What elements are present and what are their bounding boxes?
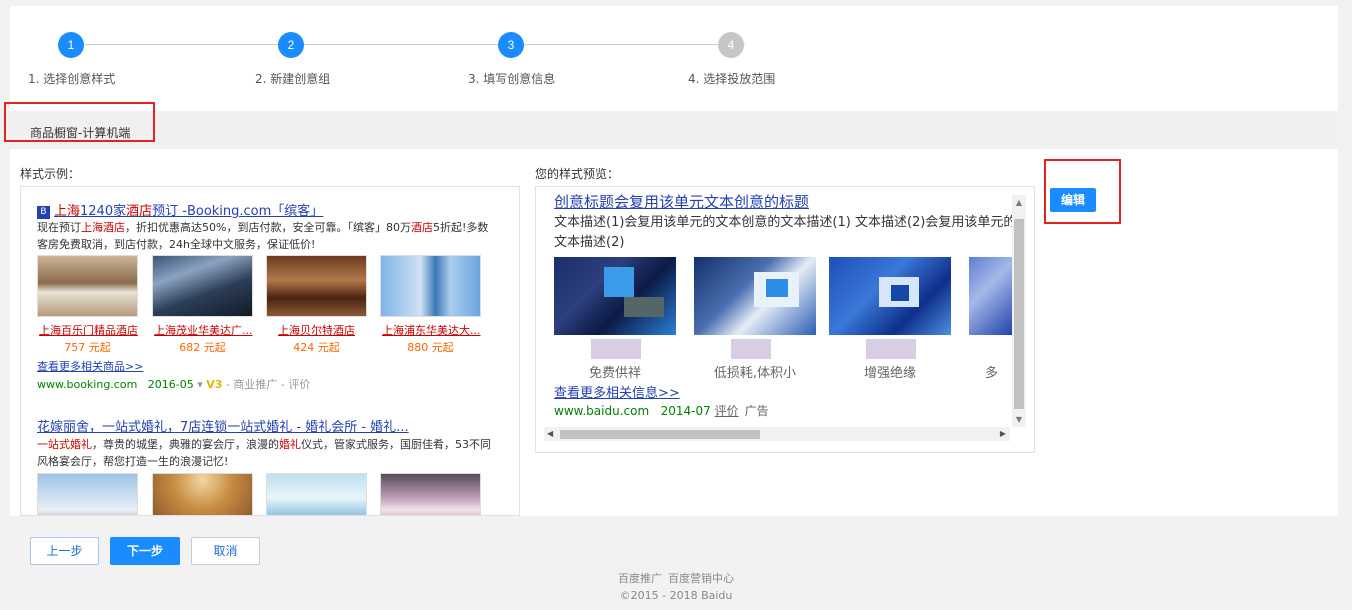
section-header — [10, 111, 1338, 149]
step-3-label: 3. 填写创意信息 — [468, 72, 556, 86]
preview-image-1[interactable] — [554, 257, 676, 335]
highlight-box-title — [4, 102, 155, 142]
footer-copyright: ©2015 - 2018 Baidu — [619, 589, 733, 602]
sample-result-desc: 现在预订上海酒店，折扣优惠高达50%，到店付款，安全可靠。「缤客」80万酒店5折… — [37, 221, 489, 251]
preview-url: www.baidu.com 2014-07 评价 广告 — [554, 404, 769, 418]
preview-image-2[interactable] — [694, 257, 816, 335]
preview-desc: 文本描述(1)会复用该单元的文本创意的文本描述(1) 文本描述(2)会复用该单元… — [554, 215, 1017, 250]
hotel-price-2: 682 元起 — [179, 341, 226, 354]
horizontal-scroll-thumb[interactable] — [560, 430, 760, 439]
preview-caption-blur-2 — [731, 339, 771, 359]
scroll-right-arrow-icon[interactable]: ▶ — [1000, 427, 1006, 441]
style-preview-panel: 创意标题会复用该单元文本创意的标题 文本描述(1)会复用该单元的文本创意的文本描… — [535, 186, 1035, 453]
step-progress: 1 1. 选择创意样式 2 2. 新建创意组 3 3. 填写创意信息 4 4. … — [10, 6, 1338, 110]
preview-eval-link[interactable]: 评价 — [715, 404, 739, 418]
preview-ad-label: 广告 — [744, 404, 769, 418]
preview-title[interactable]: 创意标题会复用该单元文本创意的标题 — [554, 191, 809, 212]
step-4-label: 4. 选择投放范围 — [688, 72, 776, 86]
hotel-price-4: 880 元起 — [407, 341, 454, 354]
hotel-name-1[interactable]: 上海百乐门精品酒店 — [39, 322, 149, 338]
scroll-left-arrow-icon[interactable]: ◀ — [547, 427, 553, 441]
preview-caption-2: 低损耗,体积小 — [713, 366, 797, 381]
preview-caption-3: 增强绝缘 — [863, 366, 916, 381]
footer-links: 百度推广 百度营销中心 — [0, 570, 1352, 586]
preview-horizontal-scrollbar[interactable]: ◀ ▶ — [544, 427, 1010, 441]
preview-caption-4: 多 — [984, 366, 998, 381]
hotel-name-3[interactable]: 上海贝尔特酒店 — [278, 322, 388, 338]
step-2-dot: 2 — [278, 32, 304, 58]
cancel-button[interactable]: 取消 — [191, 537, 260, 565]
sample-result-url: www.booking.com 2016-05 ▾ V3 - 商业推广 - 评价 — [37, 378, 311, 391]
highlight-box-edit — [1044, 159, 1121, 224]
footer-link-marketing[interactable]: 百度营销中心 — [668, 572, 734, 585]
hotel-price-1: 757 元起 — [64, 341, 111, 354]
hotel-name-4[interactable]: 上海浦东华美达大... — [382, 322, 482, 338]
step-1-label: 1. 选择创意样式 — [28, 72, 116, 86]
step-4-dot: 4 — [718, 32, 744, 58]
sample-more-link[interactable]: 查看更多相关商品>> — [37, 358, 143, 374]
hotel-image-4[interactable] — [380, 255, 481, 317]
wedding-image-2[interactable] — [152, 473, 253, 515]
preview-image-4[interactable] — [969, 257, 1014, 335]
preview-label: 您的样式预览： — [535, 167, 620, 181]
wedding-image-1[interactable] — [37, 473, 138, 515]
scroll-up-arrow-icon[interactable]: ▲ — [1012, 198, 1026, 207]
brand-badge-icon: B — [37, 206, 50, 219]
hotel-image-3[interactable] — [266, 255, 367, 317]
preview-image-3[interactable] — [829, 257, 951, 335]
style-sample-panel: B 上海1240家酒店预订 -Booking.com「缤客」 现在预订上海酒店，折… — [20, 186, 520, 516]
hotel-image-1[interactable] — [37, 255, 138, 317]
prev-step-button[interactable]: 上一步 — [30, 537, 99, 565]
hotel-image-2[interactable] — [152, 255, 253, 317]
sample-result-title: B 上海1240家酒店预订 -Booking.com「缤客」 — [37, 200, 323, 219]
v3-badge: V3 — [206, 378, 223, 391]
preview-caption-blur-1 — [591, 339, 641, 359]
next-step-button[interactable]: 下一步 — [110, 537, 180, 565]
step-3-dot: 3 — [498, 32, 524, 58]
hotel-name-2[interactable]: 上海茂业华美达广... — [154, 322, 254, 338]
wedding-image-4[interactable] — [380, 473, 481, 515]
step-2-label: 2. 新建创意组 — [255, 72, 331, 86]
preview-caption-blur-3 — [866, 339, 916, 359]
preview-vertical-scrollbar[interactable]: ▲ ▼ — [1012, 195, 1026, 427]
vertical-scroll-thumb[interactable] — [1014, 219, 1024, 409]
scroll-down-arrow-icon[interactable]: ▼ — [1012, 415, 1026, 424]
wedding-image-3[interactable] — [266, 473, 367, 515]
preview-more-link[interactable]: 查看更多相关信息>> — [554, 382, 680, 401]
footer-link-promotion[interactable]: 百度推广 — [618, 572, 662, 585]
step-connector-line — [85, 44, 745, 45]
hotel-price-3: 424 元起 — [293, 341, 340, 354]
preview-caption-1: 免费供祥 — [588, 366, 641, 381]
sample-label: 样式示例： — [20, 167, 81, 181]
sample-result2-title[interactable]: 花嫁丽舍，一站式婚礼，7店连锁一站式婚礼 - 婚礼会所 - 婚礼... — [37, 416, 507, 435]
step-1-dot: 1 — [58, 32, 84, 58]
sample-result2-desc: 一站式婚礼，尊贵的城堡，典雅的宴会厅，浪漫的婚礼仪式，管家式服务，国厨佳肴，53… — [37, 438, 491, 468]
